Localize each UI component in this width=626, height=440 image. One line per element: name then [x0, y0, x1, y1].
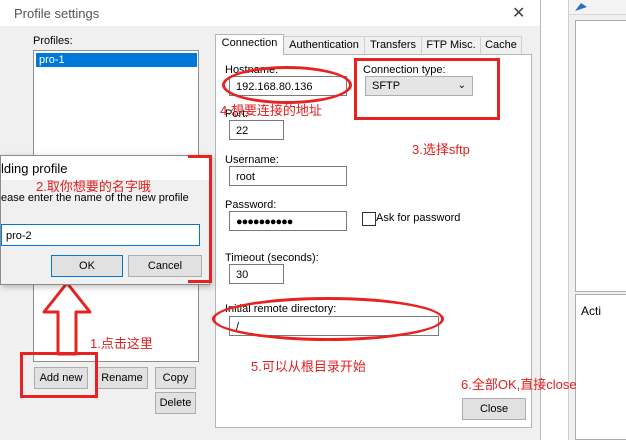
username-input[interactable]: root — [229, 166, 347, 186]
add-new-highlight-box — [20, 352, 98, 398]
profile-name-input[interactable]: pro-2 — [1, 224, 200, 246]
tab-authentication[interactable]: Authentication — [283, 36, 365, 54]
port-input[interactable]: 22 — [229, 120, 284, 140]
dialog-highlight-box — [188, 155, 212, 283]
delete-button[interactable]: Delete — [155, 392, 196, 414]
annotation-2: 2.取你想要的名字哦 — [36, 179, 151, 194]
timeout-label: Timeout (seconds): — [225, 252, 319, 264]
adding-profile-dialog: lding profile ease enter the name of the… — [0, 155, 210, 285]
tab-transfers[interactable]: Transfers — [364, 36, 422, 54]
background-window: Acti — [568, 0, 626, 440]
password-input[interactable]: ●●●●●●●●●● — [229, 211, 347, 231]
rename-button[interactable]: Rename — [96, 367, 148, 389]
tab-connection[interactable]: Connection — [215, 34, 284, 55]
list-item[interactable]: pro-1 — [36, 53, 197, 67]
background-toolbar — [569, 0, 626, 15]
toolbar-icon[interactable] — [573, 1, 593, 13]
copy-button[interactable]: Copy — [155, 367, 196, 389]
annotation-4: 4.想要连接的地址 — [220, 103, 322, 118]
annotation-5: 5.可以从根目录开始 — [251, 359, 366, 374]
dialog-title: Profile settings — [14, 6, 100, 21]
tab-cache[interactable]: Cache — [480, 36, 522, 54]
ask-password-label: Ask for password — [376, 212, 461, 224]
remote-directory-highlight-oval — [212, 297, 444, 341]
ok-button[interactable]: OK — [51, 255, 123, 277]
tab-ftp-misc[interactable]: FTP Misc. — [421, 36, 481, 54]
timeout-input[interactable]: 30 — [229, 264, 284, 284]
title-bar: Profile settings ✕ — [0, 0, 540, 26]
adding-profile-title: lding profile — [1, 161, 68, 176]
username-label: Username: — [225, 154, 279, 166]
connection-type-highlight-box — [354, 58, 500, 120]
close-button[interactable]: Close — [462, 398, 526, 420]
annotation-6: 6.全部OK,直接close — [461, 377, 577, 392]
profiles-label: Profiles: — [33, 35, 73, 47]
annotation-3: 3.选择sftp — [412, 142, 470, 157]
hostname-highlight-oval — [222, 66, 352, 104]
annotation-1: 1.点击这里 — [90, 336, 153, 351]
background-label: Acti — [581, 304, 602, 318]
password-label: Password: — [225, 199, 277, 211]
close-icon[interactable]: ✕ — [512, 3, 525, 23]
up-arrow-icon — [42, 281, 92, 356]
ask-password-checkbox[interactable] — [362, 212, 376, 226]
background-pane-top — [575, 20, 626, 292]
